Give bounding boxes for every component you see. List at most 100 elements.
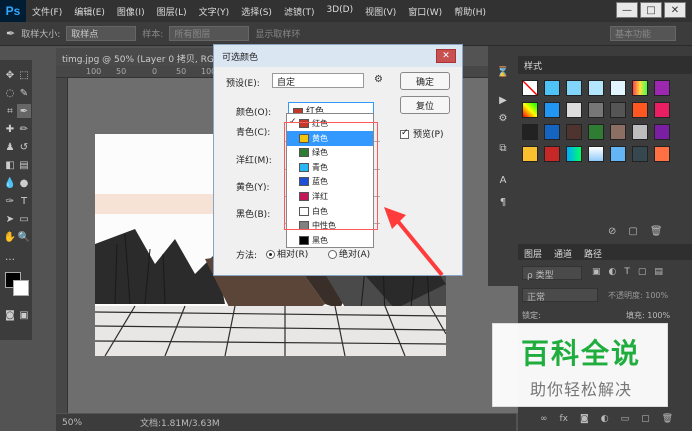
minimize-button[interactable]: — <box>616 2 638 18</box>
style-swatch[interactable] <box>588 80 604 96</box>
preset-select[interactable]: 自定 <box>272 73 364 88</box>
lasso-tool-icon[interactable]: ◌ <box>3 86 17 100</box>
hand-tool-icon[interactable]: ✋ <box>3 230 17 244</box>
eraser-tool-icon[interactable]: ◧ <box>3 158 17 172</box>
tab-paths[interactable]: 路径 <box>584 247 602 260</box>
marquee-tool-icon[interactable]: ⬚ <box>17 68 31 82</box>
opacity-field[interactable]: 不透明度: 100% <box>608 290 668 301</box>
dodge-tool-icon[interactable]: ● <box>17 176 31 190</box>
zoom-tool-icon[interactable]: 🔍 <box>17 230 31 244</box>
trash-icon[interactable]: 🗑 <box>650 226 663 237</box>
style-swatch[interactable] <box>654 124 670 140</box>
menu-item[interactable]: 3D(D) <box>320 5 359 18</box>
style-swatch[interactable] <box>632 80 648 96</box>
more-tools-icon[interactable]: … <box>3 250 17 264</box>
character-icon[interactable]: A <box>497 174 509 186</box>
tab-styles[interactable]: 样式 <box>524 59 542 72</box>
delete-layer-icon[interactable]: 🗑 <box>662 414 673 424</box>
menu-item[interactable]: 窗口(W) <box>402 5 448 18</box>
blend-mode-select[interactable]: 正常 <box>522 288 598 303</box>
reset-button[interactable]: 复位 <box>400 96 450 114</box>
style-swatch[interactable] <box>566 80 582 96</box>
mask-icon[interactable]: ◙ <box>580 414 589 424</box>
style-swatch[interactable] <box>654 80 670 96</box>
eyedropper-icon[interactable]: ✒ <box>6 27 15 40</box>
quick-select-icon[interactable]: ✎ <box>17 86 31 100</box>
style-swatch[interactable] <box>566 102 582 118</box>
show-ring-checkbox[interactable]: 显示取样环 <box>255 27 300 40</box>
pixel-filter-icon[interactable]: ▣ <box>592 267 601 277</box>
style-swatch[interactable] <box>544 124 560 140</box>
dialog-close-button[interactable]: ✕ <box>436 49 456 63</box>
move-tool-icon[interactable]: ✥ <box>3 68 17 82</box>
style-swatch[interactable] <box>522 146 538 162</box>
style-swatch[interactable] <box>544 80 560 96</box>
style-swatch[interactable] <box>610 102 626 118</box>
menu-item[interactable]: 滤镜(T) <box>278 5 321 18</box>
menu-item[interactable]: 编辑(E) <box>68 5 111 18</box>
style-swatch[interactable] <box>632 102 648 118</box>
style-swatch[interactable] <box>610 80 626 96</box>
style-swatch[interactable] <box>588 124 604 140</box>
maximize-button[interactable]: □ <box>640 2 662 18</box>
style-swatch[interactable] <box>654 102 670 118</box>
ok-button[interactable]: 确定 <box>400 72 450 90</box>
dropdown-item[interactable]: 黑色 <box>287 233 373 248</box>
type-tool-icon[interactable]: T <box>17 194 31 208</box>
preview-checkbox[interactable]: 预览(P) <box>400 127 443 140</box>
no-style-icon[interactable]: ⊘ <box>608 226 616 237</box>
type-filter-icon[interactable]: T <box>624 267 630 277</box>
style-swatch[interactable] <box>522 102 538 118</box>
zoom-level[interactable]: 50% <box>62 418 82 428</box>
healing-tool-icon[interactable]: ✚ <box>3 122 17 136</box>
close-button[interactable]: ✕ <box>664 2 686 18</box>
background-color[interactable] <box>13 280 29 296</box>
smart-filter-icon[interactable]: ▤ <box>654 267 663 277</box>
preset-options-icon[interactable]: ⚙ <box>374 74 383 85</box>
sample-select[interactable]: 所有图层 <box>169 26 250 41</box>
menu-item[interactable]: 视图(V) <box>359 5 402 18</box>
blur-tool-icon[interactable]: 💧 <box>3 176 17 190</box>
menu-item[interactable]: 选择(S) <box>235 5 278 18</box>
adjustment-filter-icon[interactable]: ◐ <box>609 267 617 277</box>
menu-item[interactable]: 图像(I) <box>111 5 151 18</box>
screen-mode-icon[interactable]: ▣ <box>17 308 31 322</box>
folder-icon[interactable]: ▭ <box>621 414 630 424</box>
actions-play-icon[interactable]: ▶ <box>497 94 509 106</box>
style-swatch[interactable] <box>544 146 560 162</box>
new-style-icon[interactable]: ▢ <box>628 226 637 237</box>
menu-item[interactable]: 帮助(H) <box>448 5 492 18</box>
shape-tool-icon[interactable]: ▭ <box>17 212 31 226</box>
pen-tool-icon[interactable]: ✑ <box>3 194 17 208</box>
eyedropper-tool-icon[interactable]: ✒ <box>17 104 31 118</box>
tab-channels[interactable]: 通道 <box>554 247 572 260</box>
layer-kind-filter[interactable]: ρ 类型 <box>522 266 582 281</box>
style-swatch[interactable] <box>588 146 604 162</box>
fill-field[interactable]: 填充: 100% <box>626 310 670 321</box>
menu-item[interactable]: 文字(Y) <box>193 5 236 18</box>
style-swatch[interactable] <box>632 146 648 162</box>
style-swatch[interactable] <box>588 102 604 118</box>
absolute-radio[interactable]: 绝对(A) <box>328 247 370 260</box>
sample-size-select[interactable]: 取样点 <box>66 26 137 41</box>
brush-tool-icon[interactable]: ✏ <box>17 122 31 136</box>
link-icon[interactable]: ∞ <box>540 414 548 424</box>
fx-icon[interactable]: fx <box>560 414 569 424</box>
crop-tool-icon[interactable]: ⌗ <box>3 104 17 118</box>
quick-mask-icon[interactable]: ◙ <box>3 308 17 322</box>
style-swatch[interactable] <box>610 146 626 162</box>
menu-item[interactable]: 图层(L) <box>151 5 193 18</box>
style-swatch[interactable] <box>566 146 582 162</box>
clone-source-icon[interactable]: ⧉ <box>497 142 509 154</box>
adjust-icon[interactable]: ⚙ <box>497 112 509 124</box>
path-select-icon[interactable]: ➤ <box>3 212 17 226</box>
style-swatch[interactable] <box>654 146 670 162</box>
history-brush-icon[interactable]: ↺ <box>17 140 31 154</box>
style-swatch[interactable] <box>544 102 560 118</box>
history-icon[interactable]: ⌛ <box>497 66 509 78</box>
shape-filter-icon[interactable]: ▢ <box>638 267 647 277</box>
tab-layers[interactable]: 图层 <box>524 247 542 260</box>
menu-item[interactable]: 文件(F) <box>26 5 68 18</box>
relative-radio[interactable]: 相对(R) <box>266 247 308 260</box>
gradient-tool-icon[interactable]: ▤ <box>17 158 31 172</box>
